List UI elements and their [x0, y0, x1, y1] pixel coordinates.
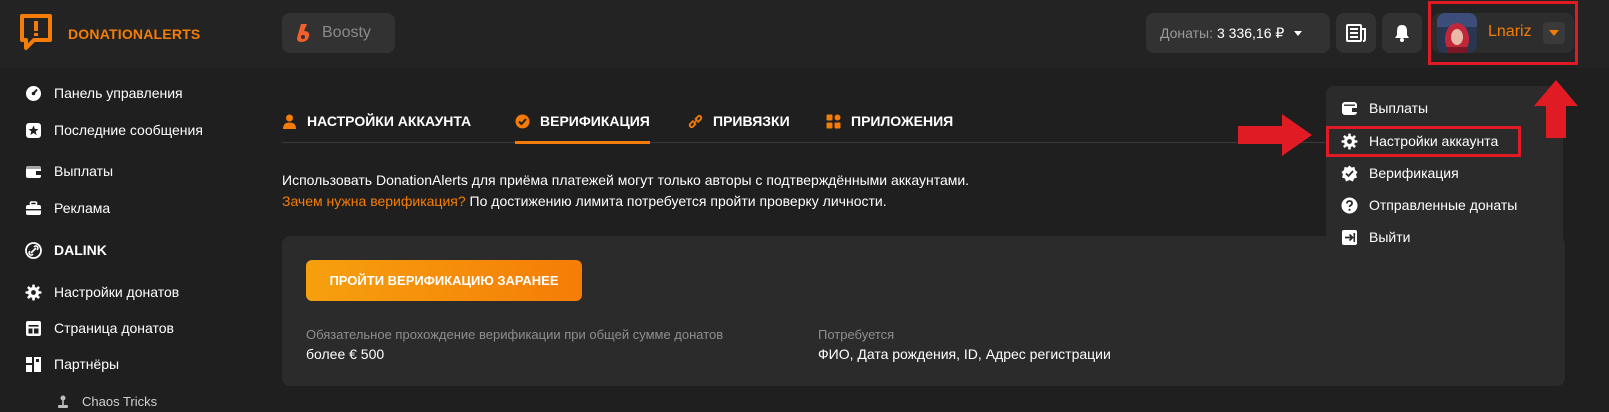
sidebar-item-label: Панель управления — [54, 85, 183, 101]
sidebar-item-dalink[interactable]: DALINK — [25, 239, 107, 261]
help-icon — [1341, 197, 1358, 213]
donates-label: Донаты: — [1160, 25, 1213, 41]
donates-value: 3 336,16 ₽ — [1217, 24, 1285, 41]
sidebar-item-label: Страница донатов — [54, 320, 174, 336]
menu-item-logout[interactable]: Выйти — [1341, 226, 1410, 248]
verified-icon — [515, 114, 530, 128]
annotation-arrow-right-icon — [1238, 114, 1312, 156]
sidebar-item-ads[interactable]: Реклама — [25, 197, 110, 219]
sidebar-item-label: Реклама — [54, 200, 111, 216]
menu-item-label: Выплаты — [1369, 100, 1429, 116]
verified-icon — [1341, 165, 1358, 181]
page-icon — [26, 320, 41, 336]
sidebar-item-donation-page[interactable]: Страница донатов — [25, 317, 174, 339]
active-tab-indicator — [515, 141, 650, 144]
boosty-button[interactable]: Boosty — [282, 13, 395, 53]
sidebar-item-donation-settings[interactable]: Настройки донатов — [25, 281, 179, 303]
verification-card — [282, 236, 1565, 386]
tab-account-settings[interactable]: НАСТРОЙКИ АККАУНТА — [282, 110, 471, 132]
sidebar-item-dashboard[interactable]: Панель управления — [25, 82, 183, 104]
star-icon — [26, 122, 41, 138]
sidebar-item-label: Выплаты — [54, 163, 114, 179]
sidebar-subitem-label: Chaos Tricks — [82, 394, 158, 409]
annotation-arrow-up-icon — [1534, 80, 1578, 138]
sidebar-item-payouts[interactable]: Выплаты — [25, 160, 113, 182]
verification-info-text: Использовать DonationAlerts для приёма п… — [282, 172, 970, 188]
verification-info-line2: Зачем нужна верификация? По достижению л… — [282, 193, 887, 209]
menu-item-label: Отправленные донаты — [1369, 197, 1518, 213]
tab-label: ПРИЛОЖЕНИЯ — [851, 113, 954, 129]
menu-item-verification[interactable]: Верификация — [1341, 162, 1459, 184]
dashboard-icon — [26, 85, 41, 101]
chevron-down-icon — [1294, 30, 1303, 36]
news-button[interactable] — [1336, 13, 1376, 53]
annotation-highlight-user — [1428, 1, 1578, 65]
bell-icon — [1395, 25, 1409, 42]
partners-icon — [26, 356, 41, 372]
sidebar-item-partners[interactable]: Партнёры — [25, 353, 119, 375]
donationalerts-logo-icon — [20, 14, 52, 50]
user-icon — [283, 114, 296, 129]
sidebar-item-label: Последние сообщения — [54, 122, 203, 138]
needed-value: ФИО, Дата рождения, ID, Адрес регистраци… — [818, 346, 1111, 362]
sidebar-item-recent-messages[interactable]: Последние сообщения — [25, 119, 203, 141]
joystick-icon — [58, 395, 68, 408]
requirement-label: Обязательное прохождение верификации при… — [306, 327, 724, 342]
sidebar-subitem-chaos-tricks[interactable]: Chaos Tricks — [56, 394, 157, 409]
sidebar-item-label: DALINK — [54, 242, 107, 258]
sidebar-item-label: Настройки донатов — [54, 284, 180, 300]
requirement-value: более € 500 — [306, 346, 385, 362]
tab-verification[interactable]: ВЕРИФИКАЦИЯ — [515, 110, 650, 132]
needed-label: Потребуется — [818, 327, 895, 342]
tab-bindings[interactable]: ПРИВЯЗКИ — [688, 110, 790, 132]
tab-label: НАСТРОЙКИ АККАУНТА — [307, 113, 472, 129]
donates-balance-dropdown[interactable]: Донаты: 3 336,16 ₽ — [1146, 13, 1330, 53]
gear-icon — [25, 284, 42, 300]
newspaper-icon — [1346, 24, 1366, 42]
boosty-label: Boosty — [322, 24, 371, 41]
why-verification-link[interactable]: Зачем нужна верификация? — [282, 193, 466, 209]
menu-item-payouts[interactable]: Выплаты — [1341, 97, 1428, 119]
wallet-icon — [26, 165, 41, 178]
logout-icon — [1342, 229, 1357, 245]
verify-early-button[interactable]: ПРОЙТИ ВЕРИФИКАЦИЮ ЗАРАНЕЕ — [306, 260, 582, 301]
wallet-icon — [1342, 101, 1357, 115]
tab-label: ВЕРИФИКАЦИЯ — [540, 113, 650, 129]
boosty-icon — [297, 24, 310, 42]
menu-item-label: Верификация — [1369, 165, 1459, 181]
brand-name: DONATIONALERTS — [68, 26, 201, 42]
brand[interactable]: DONATIONALERTS — [18, 14, 200, 52]
link-icon — [25, 241, 42, 259]
tab-label: ПРИВЯЗКИ — [713, 113, 790, 129]
menu-item-label: Выйти — [1369, 229, 1411, 245]
verification-limit-text: По достижению лимита потребуется пройти … — [465, 193, 887, 209]
briefcase-icon — [26, 200, 41, 215]
menu-item-sent-donations[interactable]: Отправленные донаты — [1341, 194, 1517, 216]
link-icon — [688, 114, 703, 128]
notifications-button[interactable] — [1382, 13, 1422, 53]
tab-applications[interactable]: ПРИЛОЖЕНИЯ — [826, 110, 953, 132]
sidebar-item-label: Партнёры — [54, 356, 120, 372]
apps-icon — [826, 114, 841, 128]
annotation-highlight-account-settings — [1326, 126, 1521, 157]
